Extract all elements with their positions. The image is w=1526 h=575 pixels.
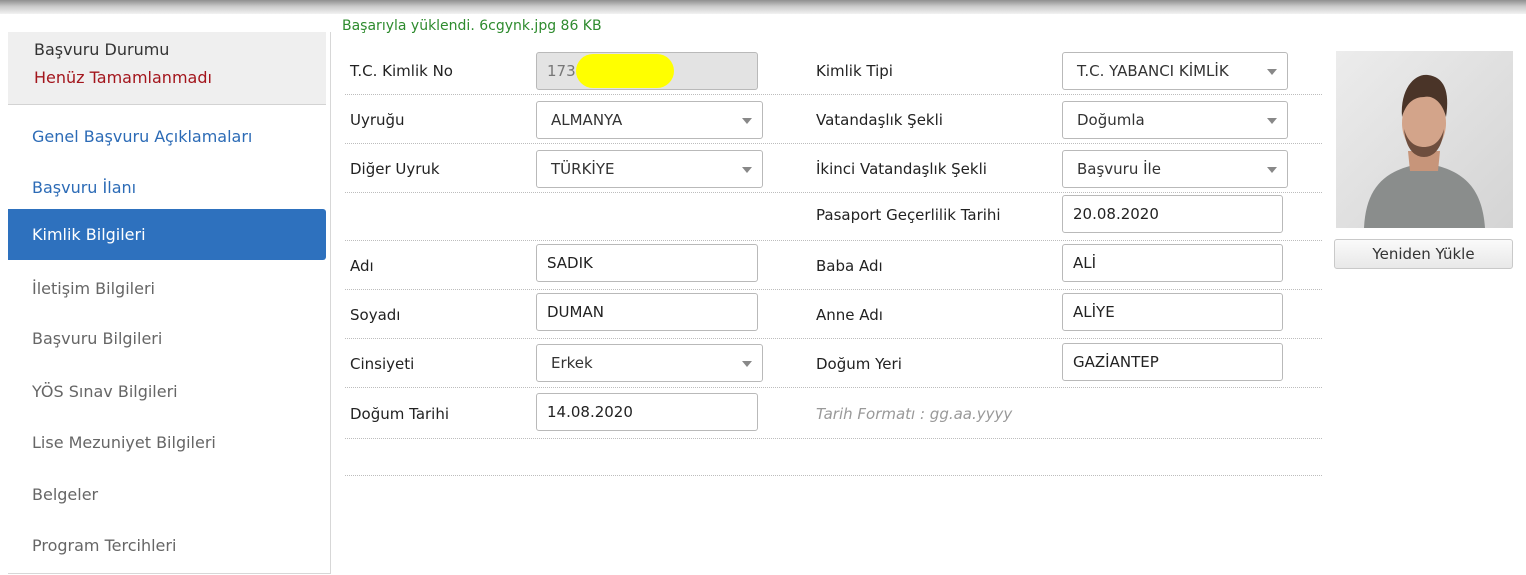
uyrugu-value: ALMANYA (551, 111, 623, 129)
sidebar: Başvuru Durumu Henüz Tamamlanmadı Genel … (8, 32, 331, 574)
top-bar (0, 0, 1526, 14)
anne-adi-label: Anne Adı (816, 306, 883, 324)
row-divider (345, 338, 1322, 339)
row-divider (345, 475, 1322, 476)
pasaport-gecerlilik-label: Pasaport Geçerlilik Tarihi (816, 206, 1001, 224)
vatandaslik-sekli-label: Vatandaşlık Şekli (816, 111, 943, 129)
chevron-down-icon (1267, 69, 1277, 75)
chevron-down-icon (742, 167, 752, 173)
kimlik-tipi-value: T.C. YABANCI KİMLİK (1077, 62, 1229, 80)
dogum-tarihi-label: Doğum Tarihi (350, 405, 450, 423)
ikinci-vatandaslik-value: Başvuru İle (1077, 160, 1161, 178)
baba-adi-label: Baba Adı (816, 257, 883, 275)
row-divider (345, 192, 1322, 193)
adi-field[interactable]: SADIK (536, 244, 758, 282)
diger-uyruk-value: TÜRKİYE (551, 160, 615, 178)
status-value: Henüz Tamamlanmadı (34, 68, 212, 87)
status-title: Başvuru Durumu (34, 40, 170, 59)
cinsiyeti-select[interactable]: Erkek (536, 344, 763, 382)
profile-photo (1336, 51, 1513, 228)
kimlik-tipi-label: Kimlik Tipi (816, 62, 893, 80)
cinsiyeti-label: Cinsiyeti (350, 355, 415, 373)
row-divider (345, 387, 1322, 388)
ikinci-vatandaslik-select[interactable]: Başvuru İle (1062, 150, 1288, 188)
reupload-button[interactable]: Yeniden Yükle (1334, 239, 1513, 269)
person-silhouette-icon (1364, 74, 1485, 228)
sidebar-item-application[interactable]: Başvuru Bilgileri (8, 313, 326, 364)
date-format-hint: Tarih Formatı : gg.aa.yyyy (816, 405, 1013, 423)
sidebar-item-general-info[interactable]: Genel Başvuru Açıklamaları (8, 111, 326, 162)
ikinci-vatandaslik-label: İkinci Vatandaşlık Şekli (816, 160, 987, 178)
kimlik-tipi-select[interactable]: T.C. YABANCI KİMLİK (1062, 52, 1288, 90)
row-divider (345, 143, 1322, 144)
dogum-tarihi-field[interactable]: 14.08.2020 (536, 393, 758, 431)
sidebar-item-documents[interactable]: Belgeler (8, 469, 326, 520)
tc-kimlik-no-label: T.C. Kimlik No (350, 62, 453, 80)
dogum-yeri-label: Doğum Yeri (816, 355, 902, 373)
chevron-down-icon (742, 361, 752, 367)
uyrugu-select[interactable]: ALMANYA (536, 101, 763, 139)
row-divider (345, 438, 1322, 439)
anne-adi-field[interactable]: ALİYE (1062, 293, 1283, 331)
redaction-mark (576, 54, 674, 88)
sidebar-item-identity[interactable]: Kimlik Bilgileri (8, 209, 326, 260)
soyadi-label: Soyadı (350, 306, 401, 324)
row-divider (345, 240, 1322, 241)
row-divider (345, 94, 1322, 95)
sidebar-item-yos-exam[interactable]: YÖS Sınav Bilgileri (8, 366, 326, 417)
dogum-yeri-field[interactable]: GAZİANTEP (1062, 343, 1283, 381)
sidebar-item-announcement[interactable]: Başvuru İlanı (8, 162, 326, 213)
uyrugu-label: Uyruğu (350, 111, 405, 129)
sidebar-item-highschool[interactable]: Lise Mezuniyet Bilgileri (8, 417, 326, 468)
soyadi-field[interactable]: DUMAN (536, 293, 758, 331)
diger-uyruk-select[interactable]: TÜRKİYE (536, 150, 763, 188)
row-divider (345, 289, 1322, 290)
chevron-down-icon (1267, 167, 1277, 173)
chevron-down-icon (1267, 118, 1277, 124)
cinsiyeti-value: Erkek (551, 354, 593, 372)
diger-uyruk-label: Diğer Uyruk (350, 160, 440, 178)
sidebar-item-contact[interactable]: İletişim Bilgileri (8, 263, 326, 314)
chevron-down-icon (742, 118, 752, 124)
pasaport-gecerlilik-field[interactable]: 20.08.2020 (1062, 195, 1283, 233)
upload-success-message: Başarıyla yüklendi. 6cgynk.jpg 86 KB (342, 18, 602, 34)
adi-label: Adı (350, 257, 374, 275)
vatandaslik-sekli-select[interactable]: Doğumla (1062, 101, 1288, 139)
application-status-box: Başvuru Durumu Henüz Tamamlanmadı (8, 32, 326, 105)
sidebar-item-program-preferences[interactable]: Program Tercihleri (8, 520, 326, 571)
vatandaslik-sekli-value: Doğumla (1077, 111, 1145, 129)
baba-adi-field[interactable]: ALİ (1062, 244, 1283, 282)
